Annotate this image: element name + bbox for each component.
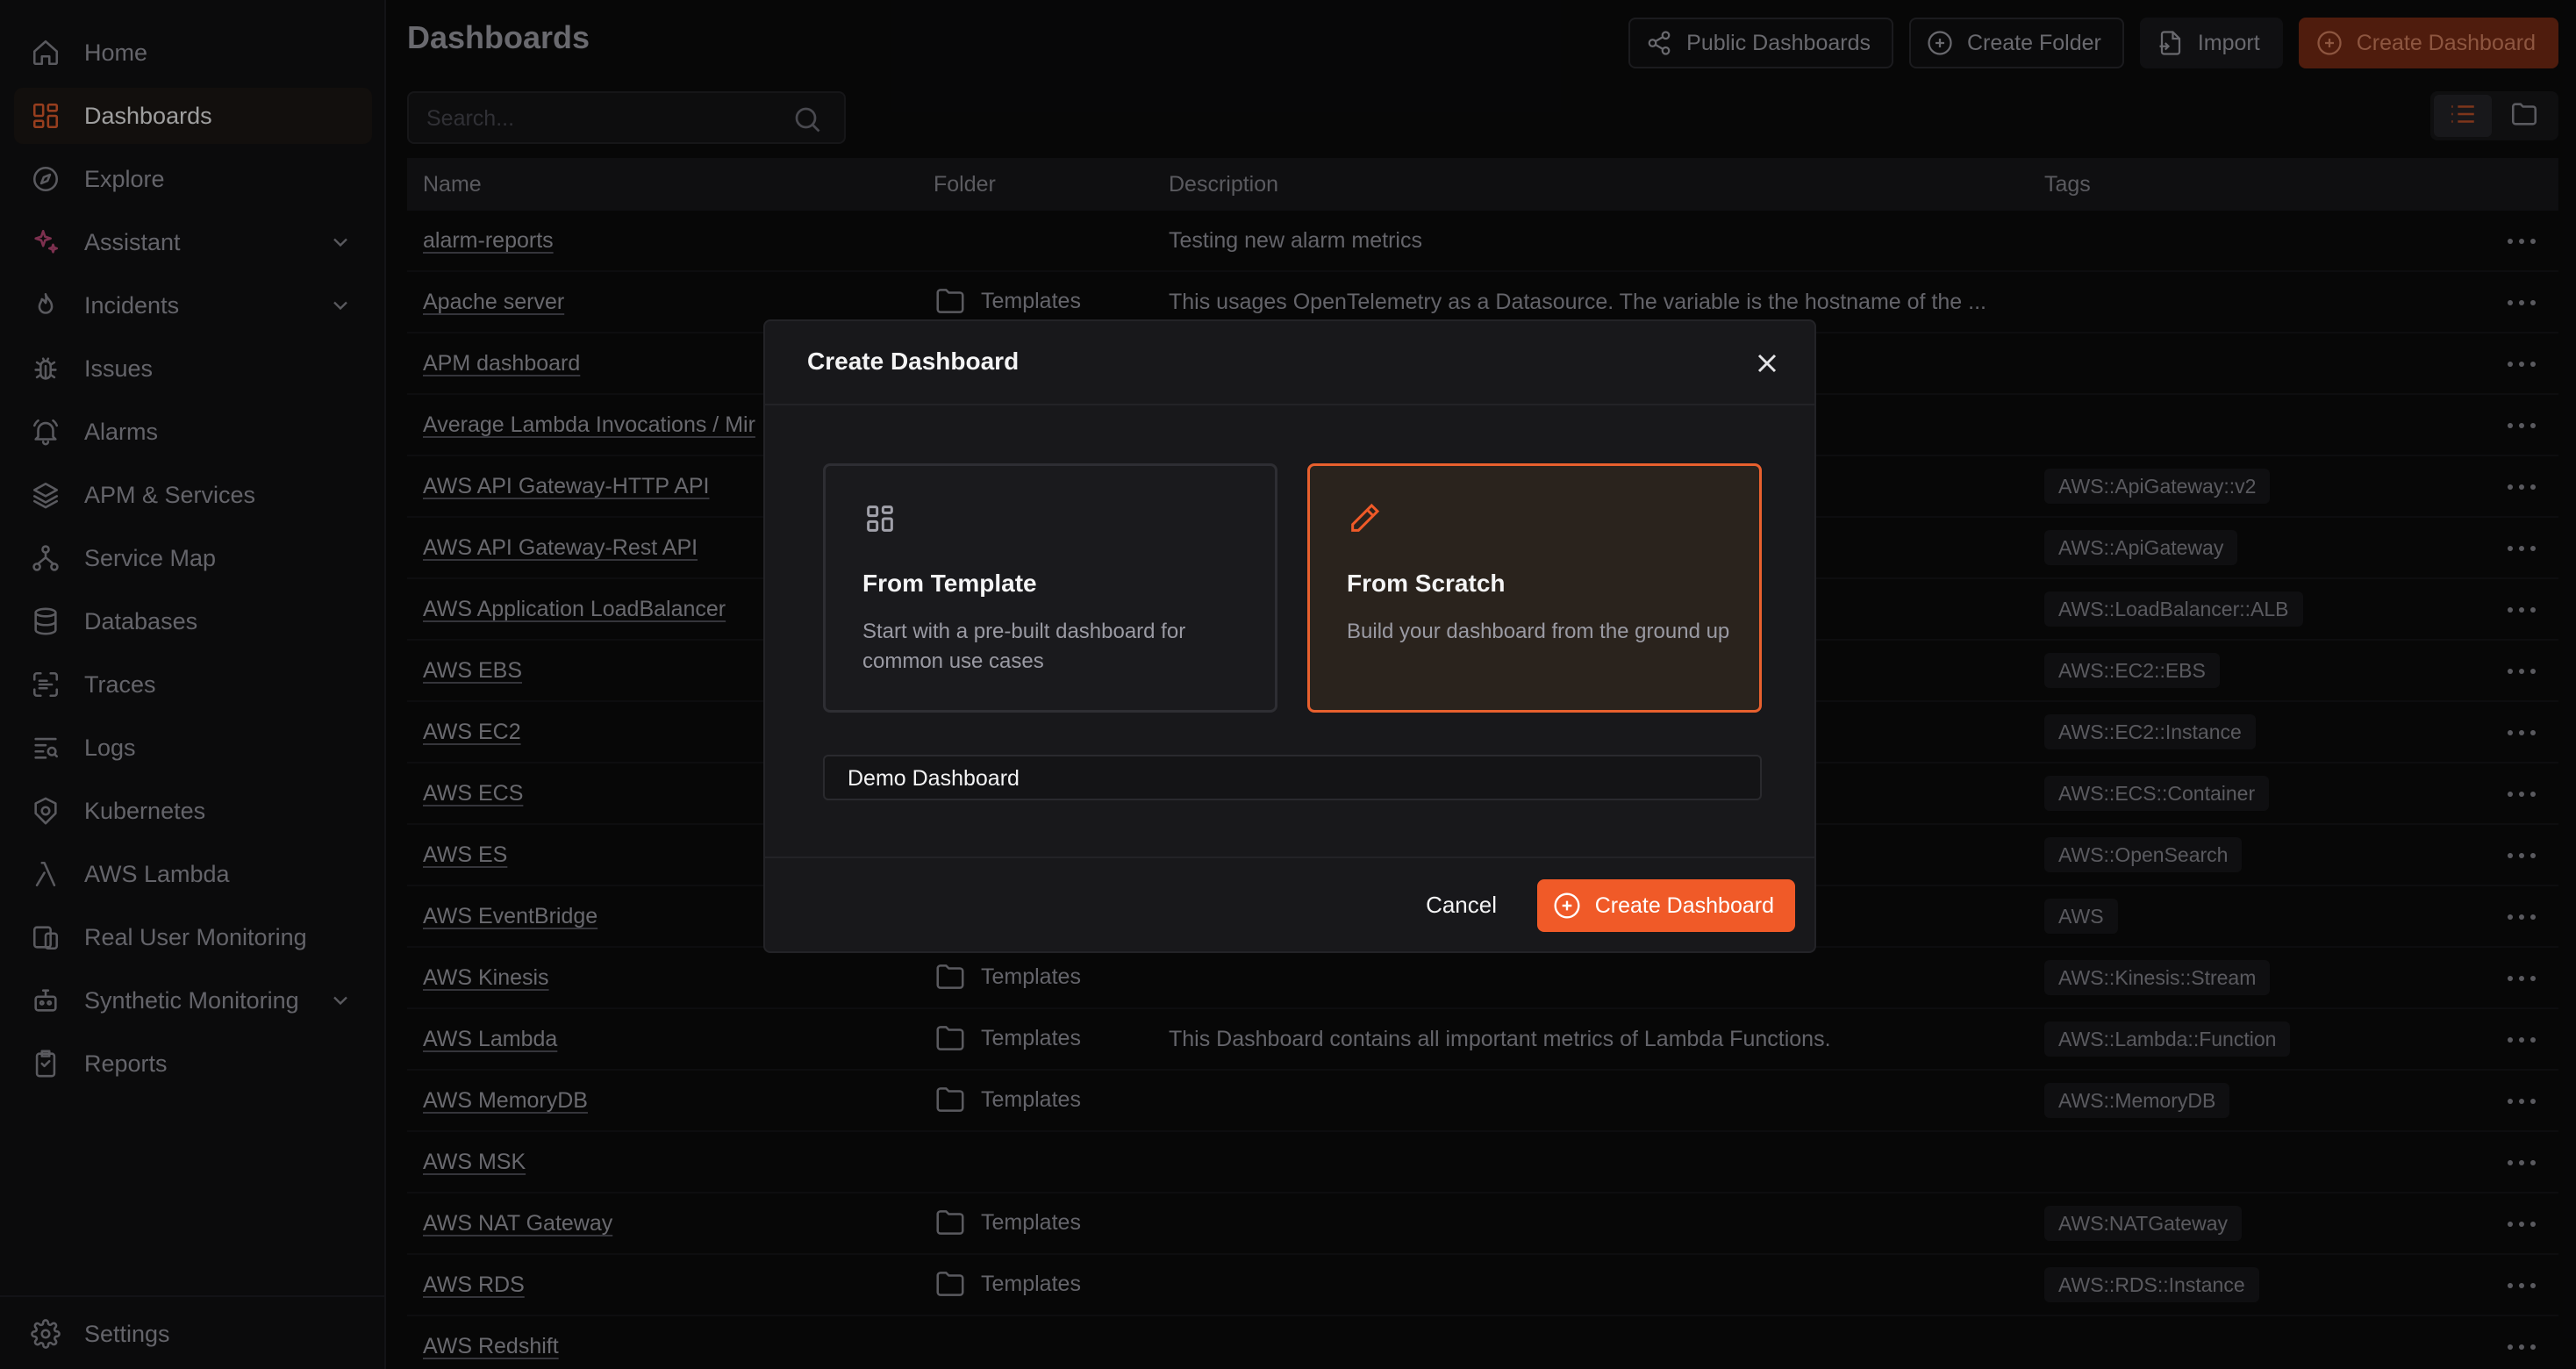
pencil-icon [1347,501,1382,536]
from-scratch-title: From Scratch [1347,570,1506,597]
create-dashboard-modal: Create Dashboard From Template Start wit… [763,319,1816,953]
modal-footer: Cancel Create Dashboard [765,857,1814,953]
plus-circle-icon [1553,892,1581,920]
modal-create-dashboard-button[interactable]: Create Dashboard [1536,879,1795,932]
from-template-description: Start with a pre-built dashboard for com… [862,620,1186,673]
close-icon[interactable] [1751,348,1783,379]
cancel-button[interactable]: Cancel [1426,892,1497,919]
modal-header: Create Dashboard [765,321,1814,405]
from-template-card[interactable]: From Template Start with a pre-built das… [823,463,1277,713]
dashboard-name-input[interactable] [848,765,1725,792]
from-scratch-description: Build your dashboard from the ground up [1347,620,1730,643]
from-scratch-card[interactable]: From Scratch Build your dashboard from t… [1307,463,1762,713]
from-template-title: From Template [862,570,1037,597]
dashboard-name-field [823,755,1762,800]
modal-create-dashboard-label: Create Dashboard [1594,892,1774,918]
modal-title: Create Dashboard [807,348,1020,375]
layout-grid-icon [862,501,898,536]
